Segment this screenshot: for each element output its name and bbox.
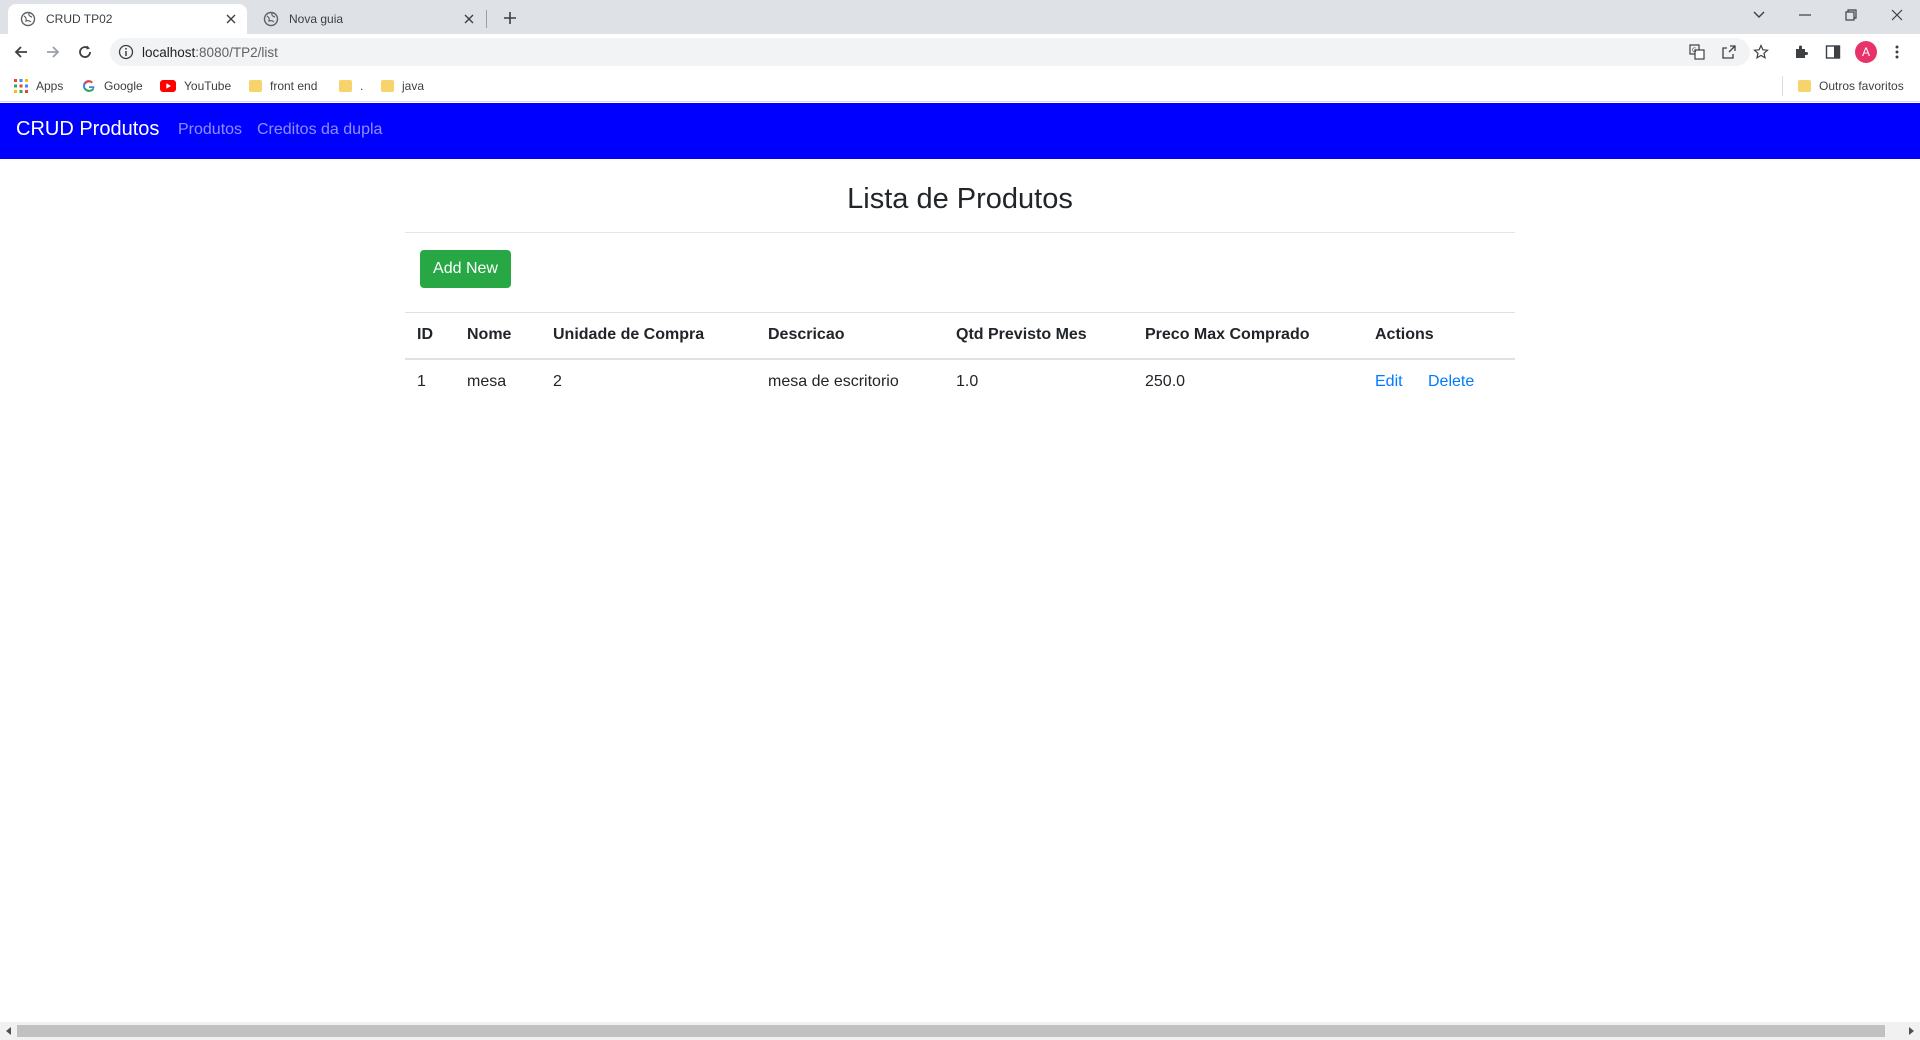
column-header-preco: Preco Max Comprado xyxy=(1145,326,1310,343)
cell-preco: 250.0 xyxy=(1145,373,1186,390)
menu-kebab-icon[interactable] xyxy=(1888,43,1906,61)
address-bar[interactable]: localhost:8080/TP2/list xyxy=(110,38,1750,66)
bookmark-label: front end xyxy=(270,79,318,93)
bookmark-label: Outros favoritos xyxy=(1819,79,1904,93)
close-icon[interactable] xyxy=(223,11,239,27)
table-top-border xyxy=(405,312,1515,313)
forward-button[interactable] xyxy=(40,39,66,65)
cell-descricao: mesa de escritorio xyxy=(768,373,899,390)
minimize-icon xyxy=(1799,14,1811,16)
browser-tab-inactive[interactable]: Nova guia xyxy=(251,4,485,34)
extensions-icon[interactable] xyxy=(1792,43,1810,61)
add-new-button[interactable]: Add New xyxy=(420,250,511,288)
scroll-right-icon[interactable] xyxy=(1904,1024,1918,1038)
cell-unidade: 2 xyxy=(553,373,562,390)
tab-title: CRUD TP02 xyxy=(46,12,113,26)
app-navbar: CRUD Produtos Produtos Creditos da dupla xyxy=(0,103,1920,159)
minimize-button[interactable] xyxy=(1782,0,1828,30)
plus-icon xyxy=(504,12,516,24)
title-divider xyxy=(405,232,1515,233)
bookmark-label: Google xyxy=(104,79,143,93)
bookmark-label: YouTube xyxy=(184,79,232,93)
column-header-nome: Nome xyxy=(467,326,512,343)
folder-icon xyxy=(380,79,394,93)
column-header-actions: Actions xyxy=(1375,326,1434,343)
globe-icon xyxy=(263,11,279,27)
restore-button[interactable] xyxy=(1828,0,1874,30)
nav-link-produtos[interactable]: Produtos xyxy=(178,121,242,139)
chevron-down-icon xyxy=(1753,11,1765,18)
close-window-button[interactable] xyxy=(1874,0,1920,30)
bookmark-other-favorites[interactable]: Outros favoritos xyxy=(1782,76,1904,96)
bookmark-label: . xyxy=(360,79,364,93)
column-header-descricao: Descricao xyxy=(768,326,845,343)
svg-text:G: G xyxy=(1692,47,1697,54)
tab-separator xyxy=(486,10,487,28)
bookmarks-bar: Apps Google YouTube front end . java Out… xyxy=(0,70,1920,102)
cell-id: 1 xyxy=(417,373,426,390)
profile-avatar[interactable]: A xyxy=(1855,41,1877,63)
restore-icon xyxy=(1845,9,1857,21)
cell-nome: mesa xyxy=(467,373,507,390)
bookmark-label: Apps xyxy=(36,79,64,93)
back-button[interactable] xyxy=(8,39,34,65)
browser-toolbar: localhost:8080/TP2/list G xyxy=(0,34,1920,70)
reload-icon xyxy=(79,45,91,58)
cell-qtd: 1.0 xyxy=(956,373,979,390)
url-path: :8080/TP2/list xyxy=(195,44,278,60)
edit-link[interactable]: Edit xyxy=(1375,373,1403,391)
close-icon[interactable] xyxy=(461,11,477,27)
folder-icon xyxy=(338,79,352,93)
column-header-unidade: Unidade de Compra xyxy=(553,326,705,343)
column-header-qtd: Qtd Previsto Mes xyxy=(956,326,1087,343)
arrow-left-icon xyxy=(14,46,27,58)
reload-button[interactable] xyxy=(72,39,98,65)
bookmark-folder-java[interactable]: java xyxy=(380,70,424,102)
folder-icon xyxy=(1797,79,1811,93)
share-icon[interactable] xyxy=(1720,43,1738,61)
delete-link[interactable]: Delete xyxy=(1428,373,1474,391)
bookmark-folder-dot[interactable]: . xyxy=(338,70,363,102)
folder-icon xyxy=(248,79,262,93)
globe-icon xyxy=(20,11,36,27)
bookmark-youtube[interactable]: YouTube xyxy=(160,70,231,102)
url-host: localhost xyxy=(142,44,196,60)
youtube-icon xyxy=(160,79,176,93)
bookmark-apps[interactable]: Apps xyxy=(14,70,63,102)
tab-search-button[interactable] xyxy=(1736,0,1782,30)
column-header-id: ID xyxy=(417,326,433,343)
arrow-right-icon xyxy=(47,46,60,58)
bookmark-folder-front-end[interactable]: front end xyxy=(248,70,317,102)
navbar-brand[interactable]: CRUD Produtos xyxy=(16,118,159,141)
scrollbar-thumb[interactable] xyxy=(17,1025,1885,1037)
bookmark-google[interactable]: Google xyxy=(82,70,143,102)
google-icon xyxy=(82,79,96,93)
translate-icon[interactable]: G xyxy=(1688,43,1706,61)
browser-tab-active[interactable]: CRUD TP02 xyxy=(8,4,247,34)
page-title: Lista de Produtos xyxy=(847,183,1073,215)
bookmark-label: java xyxy=(402,79,425,93)
info-icon[interactable] xyxy=(118,44,134,60)
tab-title: Nova guia xyxy=(289,12,344,26)
new-tab-button[interactable] xyxy=(498,6,522,30)
horizontal-scrollbar[interactable] xyxy=(0,1022,1920,1040)
apps-grid-icon xyxy=(14,79,28,93)
browser-tabstrip: CRUD TP02 Nova guia xyxy=(0,0,1920,34)
table-header-border xyxy=(405,358,1515,360)
close-icon xyxy=(1891,9,1903,21)
side-panel-icon[interactable] xyxy=(1824,43,1842,61)
scroll-left-icon[interactable] xyxy=(2,1024,16,1038)
star-icon[interactable] xyxy=(1752,43,1770,61)
nav-link-creditos[interactable]: Creditos da dupla xyxy=(257,121,382,139)
